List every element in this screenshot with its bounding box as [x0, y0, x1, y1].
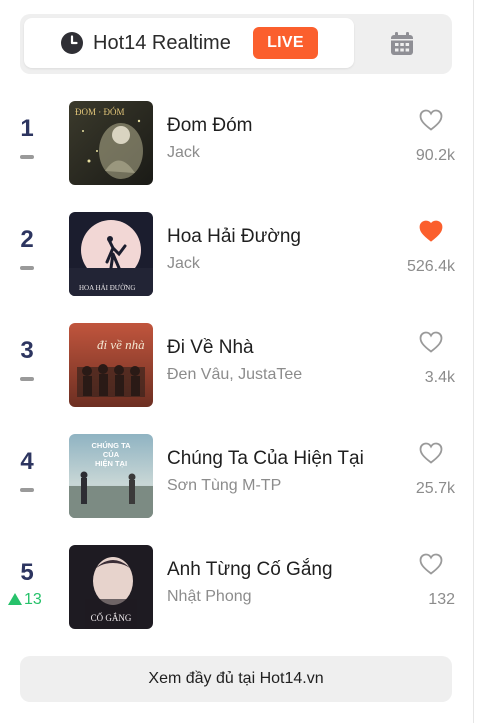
song-row-3[interactable]: 3 đi về nhà Đi Về Nhà Đen Vâu, JustaTee — [0, 317, 473, 407]
hot14-widget: Hot14 Realtime LIVE 1 ĐOM · ĐÓM Đom Đóm … — [0, 0, 477, 723]
clock-icon — [61, 32, 83, 54]
rank-number: 4 — [20, 448, 34, 475]
live-badge: LIVE — [253, 27, 318, 59]
cover-text: HOA HẢI ĐƯỜNG — [79, 284, 135, 292]
song-artist[interactable]: Sơn Tùng M-TP — [167, 477, 281, 495]
song-cover[interactable]: ĐOM · ĐÓM — [69, 101, 153, 185]
rank-number: 1 — [20, 115, 34, 142]
svg-text:CỦA: CỦA — [103, 450, 120, 459]
song-artist[interactable]: Jack — [167, 255, 200, 273]
song-artist[interactable]: Nhật Phong — [167, 588, 252, 606]
heart-filled-icon[interactable] — [418, 218, 444, 244]
song-cover[interactable]: CỐ GẮNG — [69, 545, 153, 629]
song-cover[interactable]: CHÚNG TA CỦA HIỆN TẠI — [69, 434, 153, 518]
heart-outline-icon[interactable] — [418, 551, 444, 577]
song-title[interactable]: Anh Từng Cố Gắng — [167, 559, 333, 581]
song-artist[interactable]: Đen Vâu, JustaTee — [167, 366, 302, 384]
song-cover[interactable]: HOA HẢI ĐƯỜNG — [69, 212, 153, 296]
trend-flat-icon — [20, 377, 34, 381]
song-row-5[interactable]: 5 13 CỐ GẮNG Anh Từng Cố Gắng Nhật Phong… — [0, 539, 473, 629]
calendar-icon[interactable] — [388, 30, 416, 58]
song-title[interactable]: Đi Về Nhà — [167, 337, 254, 359]
song-row-1[interactable]: 1 ĐOM · ĐÓM Đom Đóm Jack 90.2k — [0, 95, 473, 185]
song-title[interactable]: Chúng Ta Của Hiện Tại — [167, 448, 364, 470]
song-row-2[interactable]: 2 HOA HẢI ĐƯỜNG Hoa Hải Đường Jack 526.4… — [0, 206, 473, 296]
like-count: 25.7k — [415, 480, 455, 497]
tab-realtime[interactable]: Hot14 Realtime LIVE — [24, 18, 354, 68]
trend-flat-icon — [20, 266, 34, 270]
song-row-4[interactable]: 4 CHÚNG TA CỦA HIỆN TẠI Chúng Ta Của Hiệ… — [0, 428, 473, 518]
rank-number: 2 — [20, 226, 34, 253]
song-title[interactable]: Đom Đóm — [167, 115, 253, 137]
trend-value: 13 — [24, 591, 42, 608]
song-artist[interactable]: Jack — [167, 144, 200, 162]
like-count: 132 — [428, 591, 455, 608]
cover-text: đi về nhà — [97, 337, 145, 352]
rank-number: 3 — [20, 337, 34, 364]
song-title[interactable]: Hoa Hải Đường — [167, 226, 301, 248]
like-count: 526.4k — [406, 258, 455, 275]
like-count: 90.2k — [415, 147, 455, 164]
trend-flat-icon — [20, 488, 34, 492]
cover-text: CỐ GẮNG — [91, 613, 132, 623]
trend-up-indicator: 13 — [8, 591, 42, 609]
heart-outline-icon[interactable] — [418, 440, 444, 466]
rank-number: 5 — [20, 559, 34, 586]
heart-outline-icon[interactable] — [418, 107, 444, 133]
divider — [473, 0, 474, 723]
trend-flat-icon — [20, 155, 34, 159]
svg-text:HIỆN TẠI: HIỆN TẠI — [95, 459, 127, 468]
view-full-button[interactable]: Xem đầy đủ tại Hot14.vn — [20, 656, 452, 702]
heart-outline-icon[interactable] — [418, 329, 444, 355]
tab-bar: Hot14 Realtime LIVE — [20, 14, 452, 74]
cover-text: ĐOM · ĐÓM — [75, 107, 125, 117]
song-cover[interactable]: đi về nhà — [69, 323, 153, 407]
like-count: 3.4k — [424, 369, 455, 386]
tab-title: Hot14 Realtime — [93, 32, 231, 54]
arrow-up-icon — [8, 593, 22, 605]
svg-text:CHÚNG TA: CHÚNG TA — [91, 441, 131, 450]
